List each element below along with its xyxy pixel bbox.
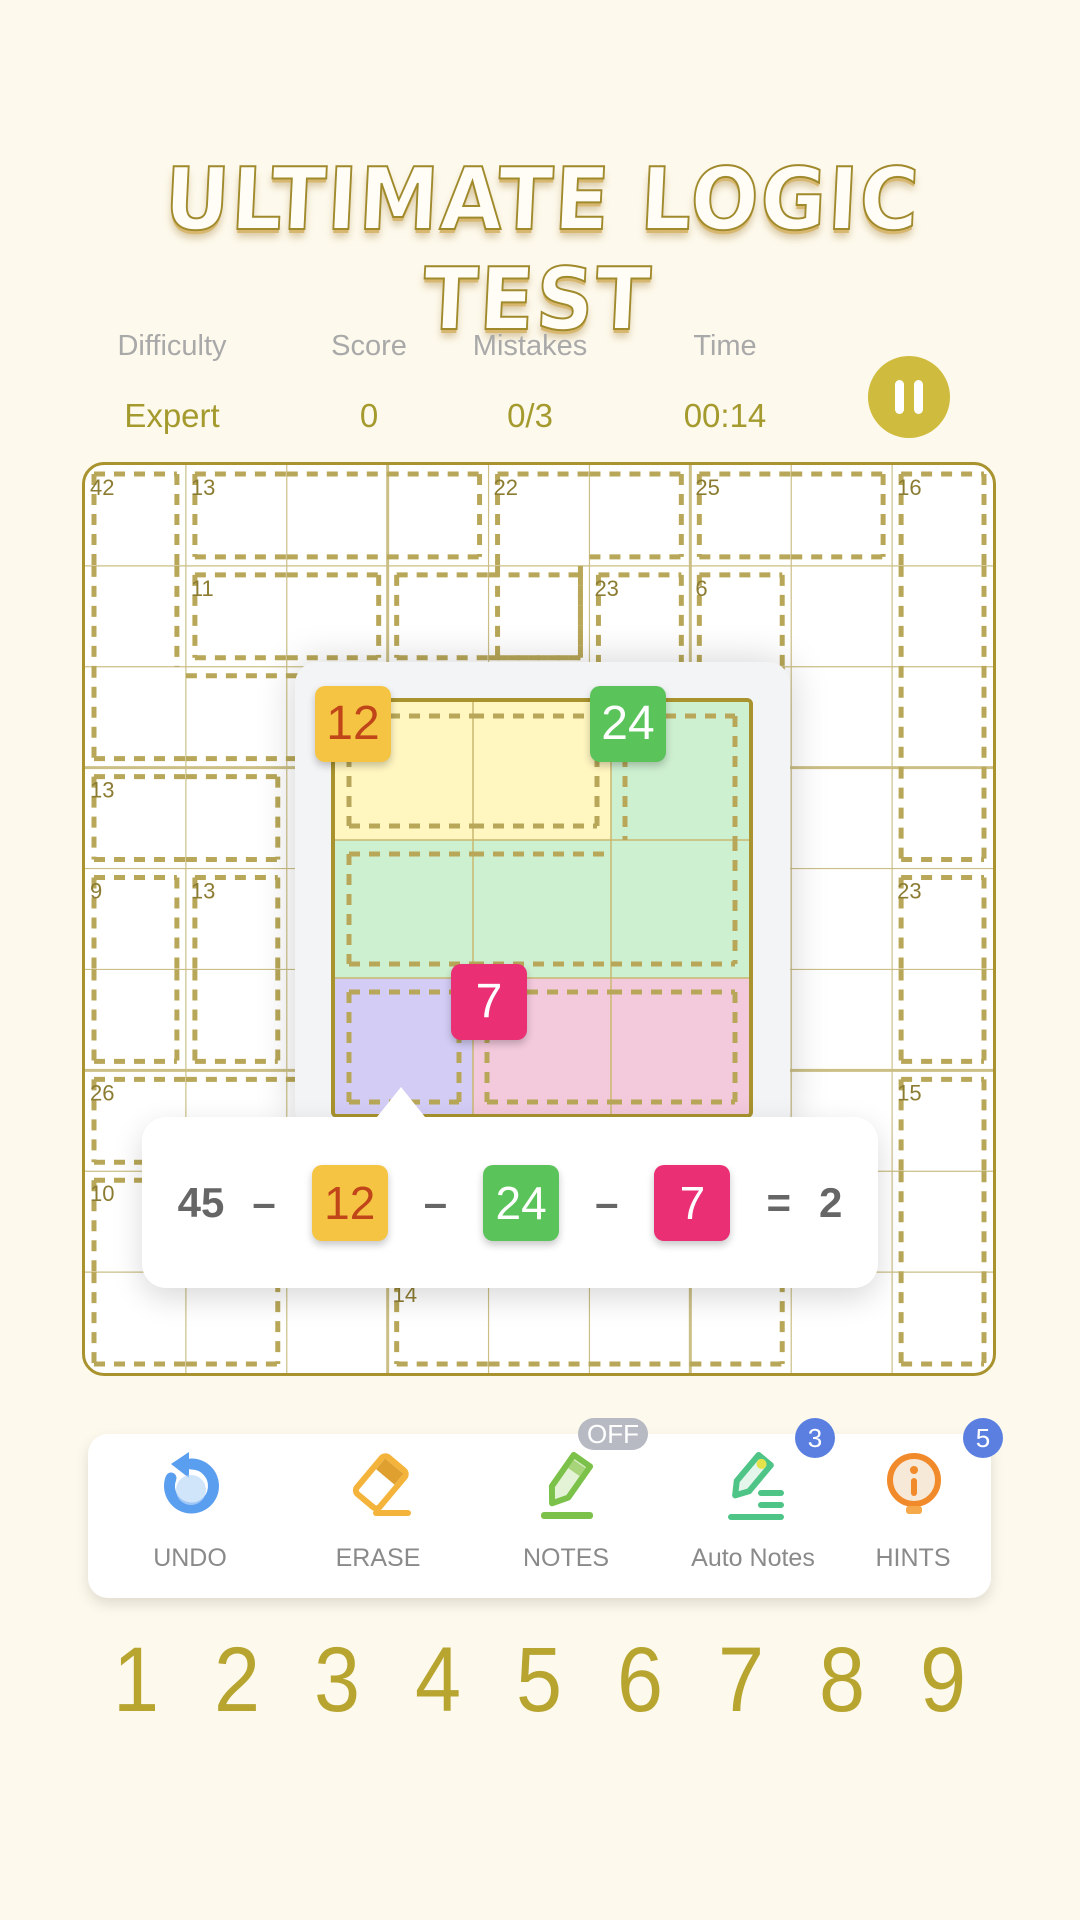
number-key-7[interactable]: 7 <box>696 1630 786 1730</box>
cage-sum-label: 6 <box>695 576 707 601</box>
region-cell-green <box>473 840 612 979</box>
hints-count-badge: 5 <box>963 1418 1003 1458</box>
number-key-1[interactable]: 1 <box>91 1630 181 1730</box>
cage-sum-label: 13 <box>191 879 215 904</box>
stat-difficulty: Difficulty Expert <box>92 330 252 435</box>
stat-label: Time <box>693 330 757 362</box>
number-key-2[interactable]: 2 <box>192 1630 282 1730</box>
cage-sum-label: 42 <box>90 475 114 500</box>
number-key-9[interactable]: 9 <box>898 1630 988 1730</box>
eraser-icon <box>352 1453 411 1516</box>
stat-mistakes: Mistakes 0/3 <box>450 330 610 435</box>
game-title: ULTIMATE LOGIC TEST <box>161 149 923 351</box>
eq-minus: – <box>252 1178 276 1226</box>
undo-button[interactable]: UNDO <box>100 1434 280 1598</box>
badge-yellow-sum: 12 <box>315 686 391 762</box>
stat-label: Mistakes <box>472 330 588 362</box>
hint-popup: 12 24 7 <box>295 662 790 1132</box>
badge-pink-sum: 7 <box>451 964 527 1040</box>
region-cell-green <box>611 840 749 979</box>
hints-button[interactable]: HINTS 5 <box>823 1418 1003 1598</box>
stat-value: 0 <box>359 397 379 434</box>
pointer-arrow <box>377 1087 425 1117</box>
notes-off-badge: OFF <box>578 1418 648 1450</box>
stat-value: Expert <box>124 397 220 434</box>
cage-sum-label: 11 <box>191 576 214 601</box>
undo-icon <box>164 1452 219 1514</box>
stat-value: 00:14 <box>683 397 767 434</box>
lightbulb-icon <box>887 1453 941 1514</box>
hint-equation-panel: 45 – 12 – 24 – 7 = 2 <box>142 1087 878 1288</box>
cage-sum-label: 10 <box>90 1181 114 1206</box>
eq-equals: = <box>766 1178 791 1226</box>
pause-icon-bar <box>914 380 923 414</box>
eq-badge-green: 24 <box>483 1164 560 1241</box>
toolbar: UNDO ERASE NOTES OFF Auto Notes 3 HINTS … <box>88 1418 1003 1598</box>
number-key-3[interactable]: 3 <box>292 1630 382 1730</box>
cage-sum-label: 16 <box>897 475 921 500</box>
auto-notes-icon <box>728 1451 784 1520</box>
tool-label: Auto Notes <box>691 1544 815 1572</box>
cage-sum-label: 13 <box>90 778 114 803</box>
pencil-icon <box>541 1451 594 1519</box>
eq-badge-pink: 7 <box>654 1164 731 1241</box>
cage <box>192 471 483 560</box>
cage-sum-label: 13 <box>191 475 215 500</box>
region-cell-pink <box>611 978 749 1114</box>
eq-total: 45 <box>177 1178 225 1226</box>
cage-sum-label: 25 <box>695 475 719 500</box>
eq-badge-yellow: 12 <box>311 1164 388 1241</box>
tool-label: ERASE <box>335 1544 421 1572</box>
pause-button[interactable] <box>868 356 950 438</box>
cage <box>898 1076 987 1367</box>
hint-mini-box <box>331 698 753 1118</box>
tool-label: NOTES <box>522 1544 610 1572</box>
stat-label: Score <box>331 330 407 362</box>
stat-label: Difficulty <box>117 330 227 362</box>
badge-green-sum: 24 <box>590 686 666 762</box>
tool-label: HINTS <box>875 1544 951 1572</box>
number-key-5[interactable]: 5 <box>494 1630 584 1730</box>
cage-sum-label: 26 <box>90 1080 114 1105</box>
region-cell-green <box>335 840 474 979</box>
number-key-8[interactable]: 8 <box>797 1630 887 1730</box>
notes-button[interactable]: NOTES OFF <box>476 1418 656 1598</box>
cage-sum-label: 23 <box>594 576 618 601</box>
eq-minus: – <box>595 1178 619 1226</box>
cage-sum-label: 15 <box>897 1080 921 1105</box>
stat-value: 0/3 <box>507 397 553 434</box>
cage-sum-label: 23 <box>897 879 921 904</box>
cage-sum-label: 22 <box>494 475 518 500</box>
eq-result: 2 <box>818 1178 843 1226</box>
stat-time: Time 00:14 <box>645 330 805 435</box>
erase-button[interactable]: ERASE <box>288 1434 468 1598</box>
auto-notes-button[interactable]: Auto Notes 3 <box>663 1418 843 1598</box>
cage-sum-label: 9 <box>90 879 102 904</box>
pause-icon <box>895 380 904 414</box>
number-key-6[interactable]: 6 <box>595 1630 685 1730</box>
number-pad: 1 2 3 4 5 6 7 8 9 <box>0 1630 1080 1730</box>
hint-mini-grid <box>335 702 749 1114</box>
eq-minus: – <box>423 1178 448 1226</box>
number-key-4[interactable]: 4 <box>393 1630 483 1730</box>
tool-label: UNDO <box>153 1544 227 1572</box>
stat-score: Score 0 <box>289 330 449 435</box>
